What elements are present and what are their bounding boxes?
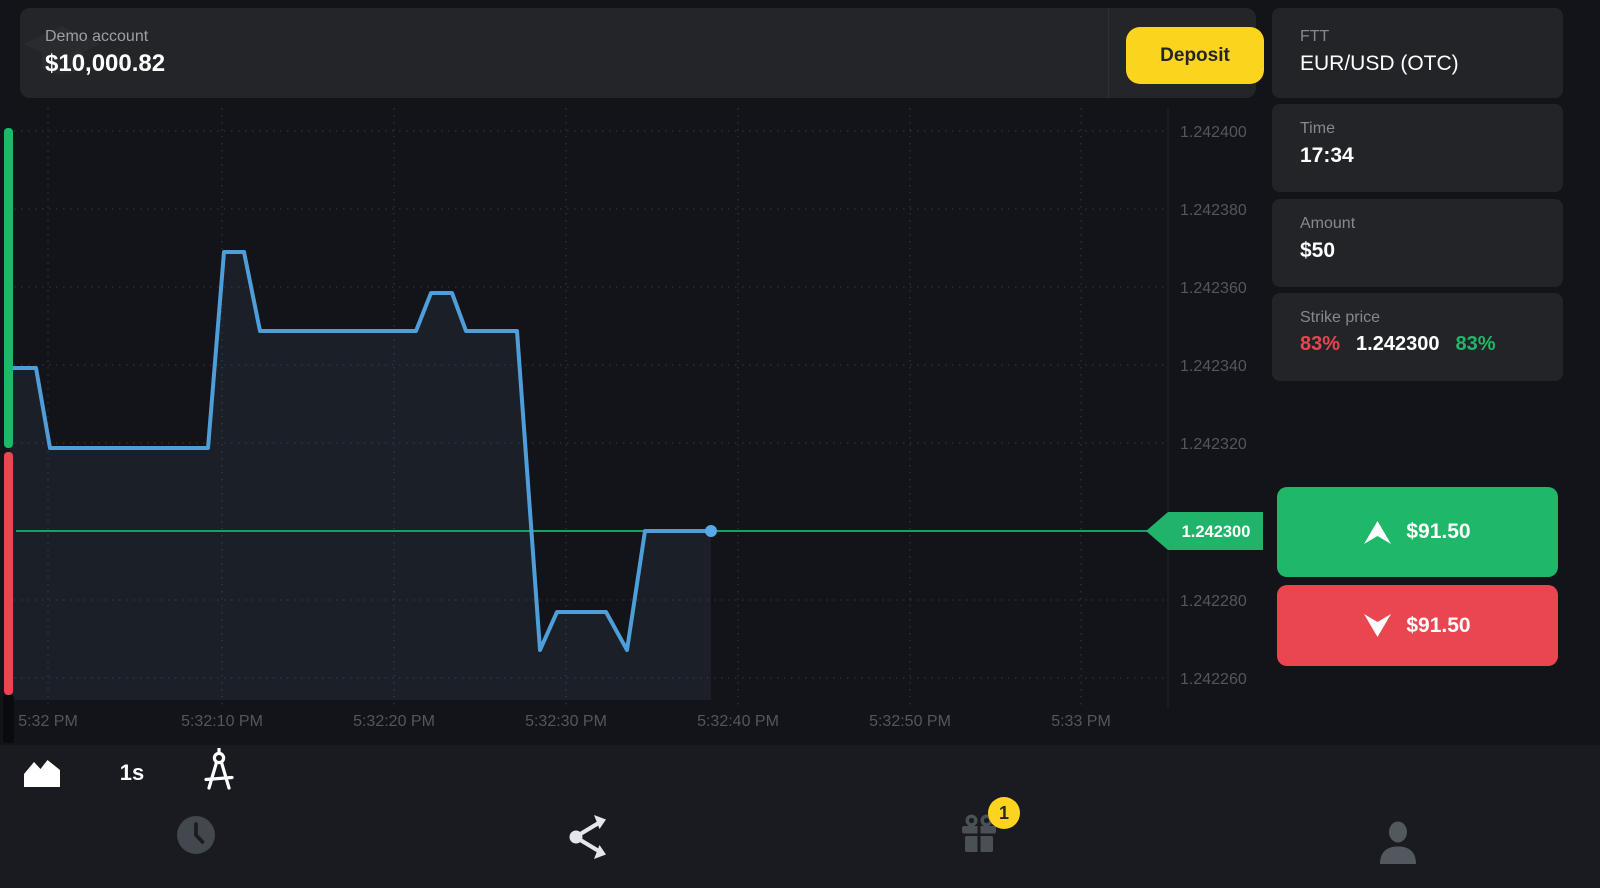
call-payout-amount: $91.50 xyxy=(1406,520,1470,544)
svg-text:1.242320: 1.242320 xyxy=(1180,436,1247,453)
instrument-name: EUR/USD (OTC) xyxy=(1300,52,1459,76)
timeframe-button[interactable]: 1s xyxy=(106,752,158,794)
spread-arrows-icon xyxy=(568,813,612,861)
profile-button[interactable] xyxy=(1378,820,1418,867)
instrument-panel[interactable]: FTT EUR/USD (OTC) xyxy=(1272,8,1563,98)
svg-text:5:32 PM: 5:32 PM xyxy=(18,713,78,730)
strike-price-value: 1.242300 xyxy=(1356,333,1439,356)
chart-type-button[interactable] xyxy=(22,753,62,792)
arrow-down-icon xyxy=(1364,614,1391,637)
price-chart[interactable]: 5:32 PM 5:32:10 PM 5:32:20 PM 5:32:30 PM 5:3… xyxy=(0,100,1265,745)
trade-history-button[interactable] xyxy=(176,815,216,858)
svg-text:5:32:10 PM: 5:32:10 PM xyxy=(181,713,263,730)
amount-value: $50 xyxy=(1300,239,1335,263)
svg-text:5:32:20 PM: 5:32:20 PM xyxy=(353,713,435,730)
drawing-tools-button[interactable] xyxy=(200,748,238,797)
area-chart-icon xyxy=(22,753,62,789)
svg-text:1.242360: 1.242360 xyxy=(1180,280,1247,297)
put-payout-percent: 83% xyxy=(1300,333,1340,356)
strike-price-label: Strike price xyxy=(1300,309,1380,327)
bottom-toolbar xyxy=(0,745,1600,888)
svg-text:5:32:30 PM: 5:32:30 PM xyxy=(525,713,607,730)
account-panel[interactable]: Demo account $10,000.82 Deposit xyxy=(20,8,1256,98)
account-balance: $10,000.82 xyxy=(45,50,165,78)
scrollbar-thumb[interactable] xyxy=(3,695,14,743)
time-label: Time xyxy=(1300,120,1335,138)
price-chart-canvas: 5:32 PM 5:32:10 PM 5:32:20 PM 5:32:30 PM 5:3… xyxy=(0,100,1265,745)
clock-icon xyxy=(176,815,216,855)
svg-text:1.242400: 1.242400 xyxy=(1180,124,1247,141)
sentiment-gauge-sellers xyxy=(4,452,13,695)
strike-price-panel[interactable]: Strike price 83% 1.242300 83% xyxy=(1272,293,1563,381)
person-icon xyxy=(1378,820,1418,864)
svg-text:1.242300: 1.242300 xyxy=(1182,523,1251,541)
svg-text:5:32:50 PM: 5:32:50 PM xyxy=(869,713,951,730)
svg-text:5:33 PM: 5:33 PM xyxy=(1051,713,1111,730)
account-type-label: Demo account xyxy=(45,28,148,46)
put-payout-amount: $91.50 xyxy=(1406,614,1470,638)
put-down-button[interactable]: $91.50 xyxy=(1277,585,1558,666)
amount-panel[interactable]: Amount $50 xyxy=(1272,199,1563,287)
gift-badge: 1 xyxy=(988,797,1020,829)
sentiment-gauge-buyers xyxy=(4,128,13,448)
svg-text:1.242280: 1.242280 xyxy=(1180,593,1247,610)
compass-icon xyxy=(200,748,238,794)
strike-price-row: 83% 1.242300 83% xyxy=(1300,333,1495,356)
call-up-button[interactable]: $91.50 xyxy=(1277,487,1558,577)
time-panel[interactable]: Time 17:34 xyxy=(1272,104,1563,192)
instrument-type-label: FTT xyxy=(1300,28,1329,46)
svg-text:5:32:40 PM: 5:32:40 PM xyxy=(697,713,779,730)
top-bar-divider xyxy=(1108,8,1109,98)
expand-trade-button[interactable] xyxy=(568,813,612,864)
amount-label: Amount xyxy=(1300,215,1355,233)
arrow-up-icon xyxy=(1364,521,1391,544)
svg-text:1.242380: 1.242380 xyxy=(1180,202,1247,219)
svg-text:1.242260: 1.242260 xyxy=(1180,671,1247,688)
time-value: 17:34 xyxy=(1300,144,1354,168)
deposit-button[interactable]: Deposit xyxy=(1126,27,1264,84)
svg-text:1.242340: 1.242340 xyxy=(1180,358,1247,375)
call-payout-percent: 83% xyxy=(1455,333,1495,356)
